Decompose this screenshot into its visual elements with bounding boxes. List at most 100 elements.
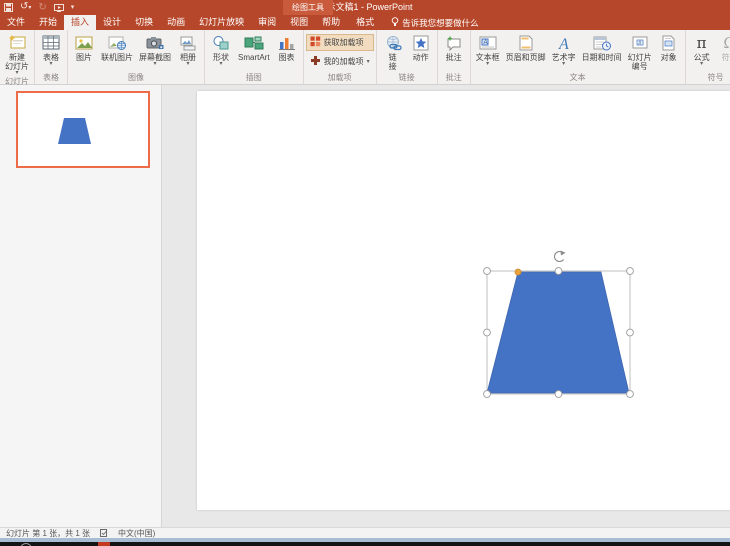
ribbon-group-comments: 批注 批注 [438,30,471,84]
new-slide-icon [8,33,26,53]
equation-button[interactable]: π 公式 [688,31,716,72]
group-label-images: 图像 [70,72,202,84]
tab-help[interactable]: 帮助 [315,15,347,30]
shape-adjust-handle[interactable] [515,269,521,275]
svg-text:A: A [558,36,569,51]
new-slide-label-2: 幻灯片 [5,62,29,76]
slide-number-label-1: 幻灯片 [628,53,652,62]
resize-handle-top-center[interactable] [555,268,562,275]
link-button[interactable]: 链 接 [379,31,407,72]
pictures-button[interactable]: 图片 [70,31,98,72]
textbox-label: 文本框 [476,53,500,67]
get-addins-button[interactable]: 获取加载项 [306,34,374,51]
resize-handle-bottom-right[interactable] [627,391,634,398]
new-slide-label-1: 新建 [9,53,25,62]
ribbon-group-text: A 文本框 页眉和页脚 A 艺术字 [471,30,686,84]
photo-album-button[interactable]: 相册 [174,31,202,72]
date-time-button[interactable]: 日期和时间 [579,31,625,72]
my-addins-button[interactable]: 我的加载项 ▾ [306,53,374,70]
lightbulb-icon [391,17,399,29]
screenshot-label: 屏幕截图 [139,53,171,67]
ribbon: 新建 幻灯片 幻灯片 表格 表格 [0,30,730,85]
header-footer-button[interactable]: 页眉和页脚 [503,31,549,72]
chart-button[interactable]: 图表 [273,31,301,72]
action-star-icon [412,33,430,53]
my-addins-label: 我的加载项 [324,56,364,67]
tab-view[interactable]: 视图 [283,15,315,30]
shapes-icon [212,33,230,53]
new-slide-button[interactable]: 新建 幻灯片 [2,31,32,76]
save-icon[interactable] [4,3,13,12]
screenshot-button[interactable]: 屏幕截图 [136,31,174,72]
resize-handle-bottom-left[interactable] [484,391,491,398]
quick-access-toolbar: ↺▾ ↻ ▾ [4,0,74,15]
resize-handle-middle-right[interactable] [627,329,634,336]
link-label-1: 链 [389,53,397,62]
comment-icon [445,33,463,53]
get-addins-icon [310,36,321,49]
screenshot-icon [146,33,164,53]
rotate-handle-icon[interactable] [555,251,566,262]
tab-review[interactable]: 审阅 [251,15,283,30]
wordart-icon: A [555,33,573,53]
undo-icon[interactable]: ↺▾ [20,0,31,16]
ribbon-group-images: 图片 联机图片 屏幕截图 [68,30,205,84]
status-bar: 幻灯片 第 1 张，共 1 张 中文(中国) [0,527,730,538]
windows-taskbar [0,542,730,546]
group-label-links: 链接 [379,72,435,84]
smartart-label: SmartArt [238,53,270,62]
tab-home[interactable]: 开始 [32,15,64,30]
group-label-symbols: 符号 [688,72,730,84]
picture-icon [75,33,93,53]
pictures-label: 图片 [76,53,92,62]
comment-label: 批注 [446,53,462,62]
resize-handle-top-left[interactable] [484,268,491,275]
tab-transitions[interactable]: 切换 [128,15,160,30]
wordart-label: 艺术字 [552,53,576,67]
slide-1-thumbnail[interactable] [16,91,150,168]
tab-insert[interactable]: 插入 [64,15,96,30]
slide-number-button[interactable]: # 幻灯片 编号 [625,31,655,72]
svg-text:A: A [483,40,487,46]
resize-handle-bottom-center[interactable] [555,391,562,398]
symbol-omega-icon: Ω [723,33,730,53]
taskbar-powerpoint-icon[interactable] [98,542,110,546]
table-button[interactable]: 表格 [37,31,65,72]
slide-number-icon: # [631,33,649,53]
window-title: 演示文稿1 - PowerPoint [0,0,730,15]
tab-file[interactable]: 文件 [0,15,32,30]
smartart-icon [244,33,264,53]
trapezoid-shape-selection[interactable] [470,235,660,410]
language-status[interactable]: 中文(中国) [118,528,155,539]
link-icon [384,33,402,53]
shapes-button[interactable]: 形状 [207,31,235,72]
slide-count-status: 幻灯片 第 1 张，共 1 张 [6,528,90,539]
tab-slideshow[interactable]: 幻灯片放映 [192,15,251,30]
header-footer-icon [519,33,533,53]
comment-button[interactable]: 批注 [440,31,468,72]
textbox-icon: A [479,33,497,53]
action-label: 动作 [413,53,429,62]
redo-icon[interactable]: ↻ [38,0,46,15]
trapezoid-shape[interactable] [487,272,629,393]
wordart-button[interactable]: A 艺术字 [549,31,579,72]
start-slideshow-icon[interactable] [54,4,64,12]
object-label: 对象 [661,53,677,62]
resize-handle-top-right[interactable] [627,268,634,275]
ribbon-group-slides: 新建 幻灯片 幻灯片 [0,30,35,84]
smartart-button[interactable]: SmartArt [235,31,273,72]
header-footer-label: 页眉和页脚 [506,53,546,62]
tab-format[interactable]: 格式 [349,15,381,30]
tab-animations[interactable]: 动画 [160,15,192,30]
object-button[interactable]: 对象 [655,31,683,72]
textbox-button[interactable]: A 文本框 [473,31,503,72]
tab-design[interactable]: 设计 [96,15,128,30]
customize-qat-icon[interactable]: ▾ [71,0,75,15]
tell-me-box[interactable]: 告诉我您想要做什么 [391,15,479,30]
action-button[interactable]: 动作 [407,31,435,72]
powerpoint-window: ↺▾ ↻ ▾ 演示文稿1 - PowerPoint 绘图工具 文件 开始 插入 … [0,0,730,546]
table-icon [42,33,60,53]
online-pictures-button[interactable]: 联机图片 [98,31,136,72]
slide-thumbnail-panel[interactable] [0,85,162,527]
resize-handle-middle-left[interactable] [484,329,491,336]
